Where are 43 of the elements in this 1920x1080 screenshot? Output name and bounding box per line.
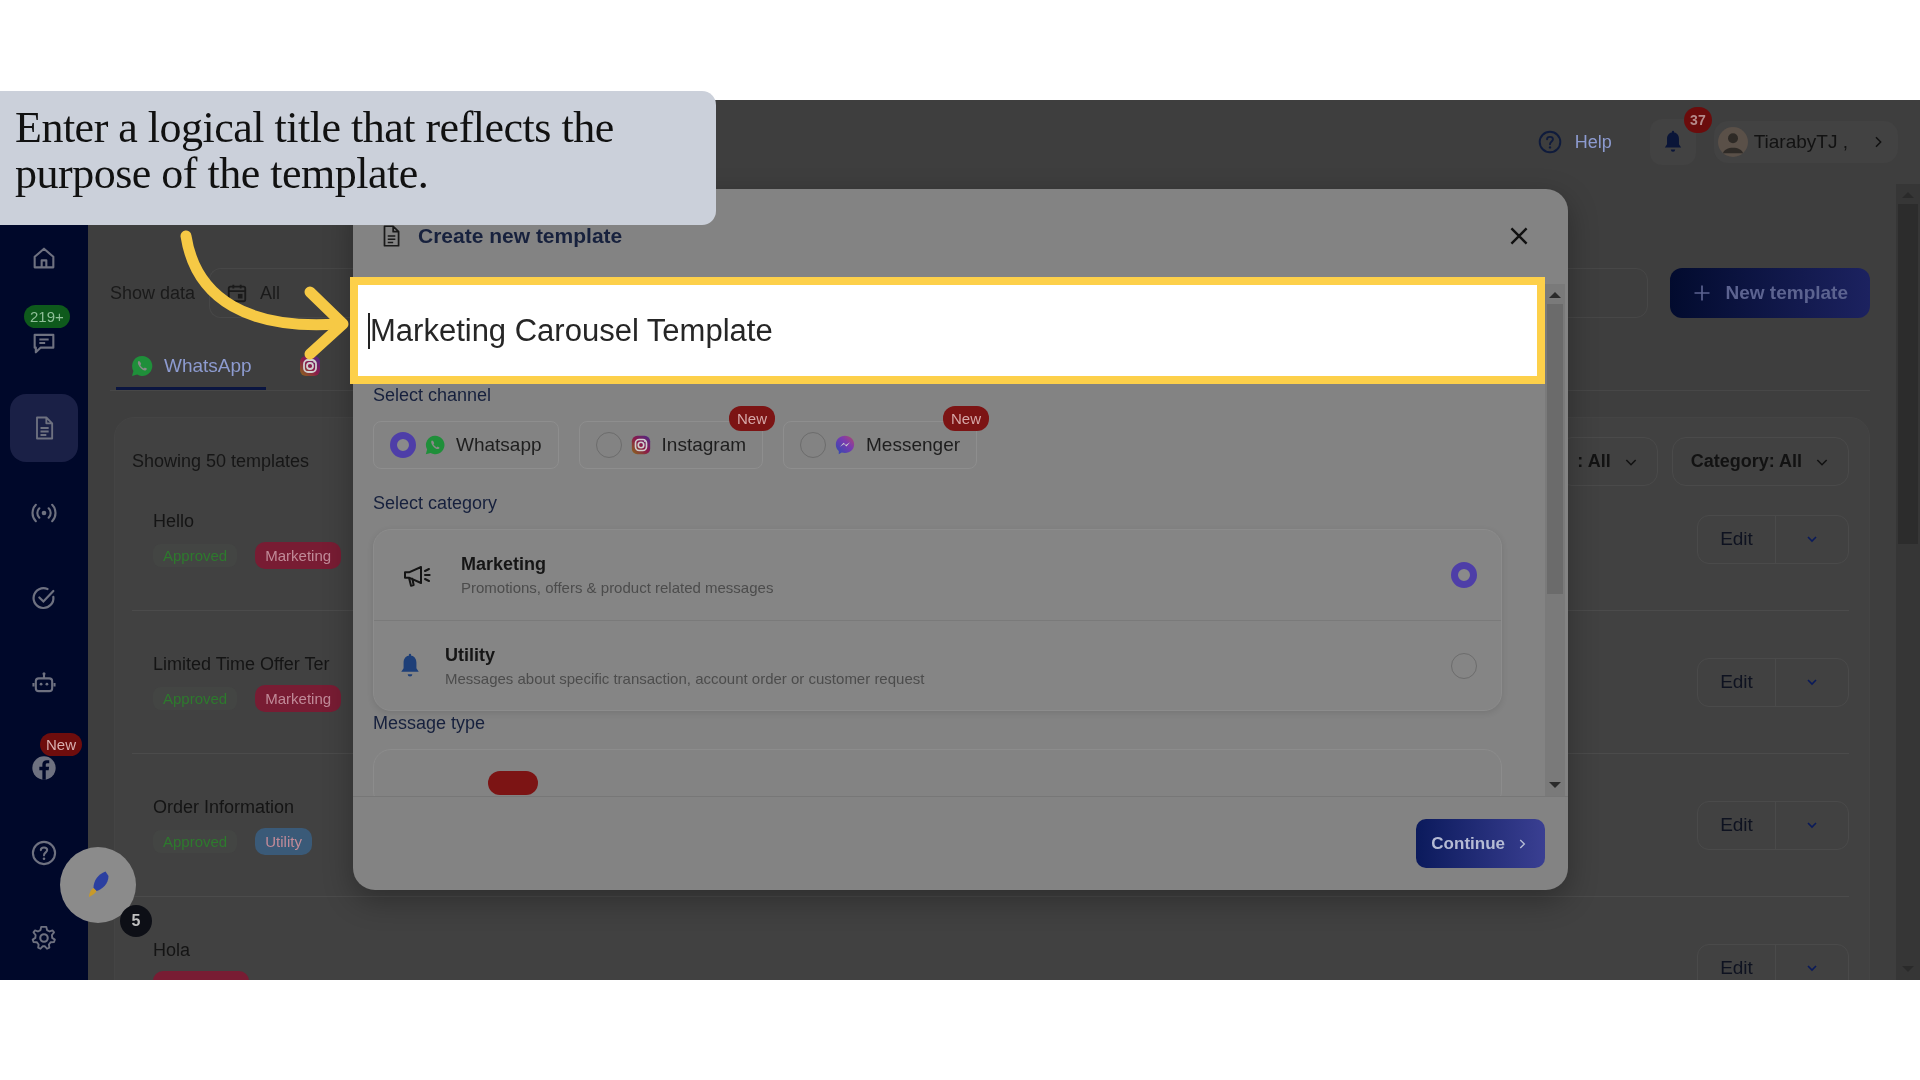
continue-button[interactable]: Continue [1416,819,1545,868]
instagram-icon [629,434,652,456]
section-label: Select channel [373,384,493,407]
option-title: Utility [445,644,496,666]
category-tag: Utility [255,827,312,855]
new-badge: New [729,406,776,431]
badge: New [40,733,82,757]
radio-button[interactable] [390,432,416,458]
messenger-icon [834,434,857,456]
section-label: Select category [373,492,499,515]
facebook-icon [30,753,58,782]
help-link[interactable]: Help [1536,129,1612,155]
section-label: Message type [373,712,487,735]
category-option[interactable]: Utility Messages about specific transaction, account order or customer request [374,620,1501,710]
channel-option[interactable]: Whatsapp [373,421,559,469]
category-tag: Marketing [255,541,342,569]
sidebar-item[interactable] [10,394,78,463]
new-template-button[interactable]: New template [1669,268,1870,318]
category-tag: Marketing [255,684,342,712]
scrollbar[interactable] [1545,284,1565,796]
calendar-icon [226,282,249,304]
instruction-callout: Enter a logical title that reflects the purpose of the template. [0,91,716,225]
option-description: Promotions, offers & product related messages [461,579,774,596]
radio-button[interactable] [1451,562,1477,588]
help-icon [1536,129,1563,155]
badge [488,771,538,795]
help-icon [30,838,58,867]
avatar [1717,127,1748,157]
option-title: Marketing [461,554,548,575]
title-field[interactable]: Marketing Carousel Template [350,277,1545,384]
category-option[interactable]: Marketing Promotions, offers & product related messages [374,530,1501,620]
settings-icon [30,923,58,952]
whatsapp-icon [424,434,446,456]
scrollbar[interactable] [1896,184,1920,980]
text-cursor [368,313,370,349]
instagram-icon [297,353,322,378]
badge: 219+ [24,304,70,328]
notification-count: 37 [1684,107,1712,133]
option-description: Messages about specific transaction, account order or customer request [445,669,925,687]
dialog-title: Create new template [418,223,623,249]
new-badge: New [943,406,990,431]
tab[interactable]: WhatsApp [116,344,266,390]
whatsapp-icon [130,353,154,378]
